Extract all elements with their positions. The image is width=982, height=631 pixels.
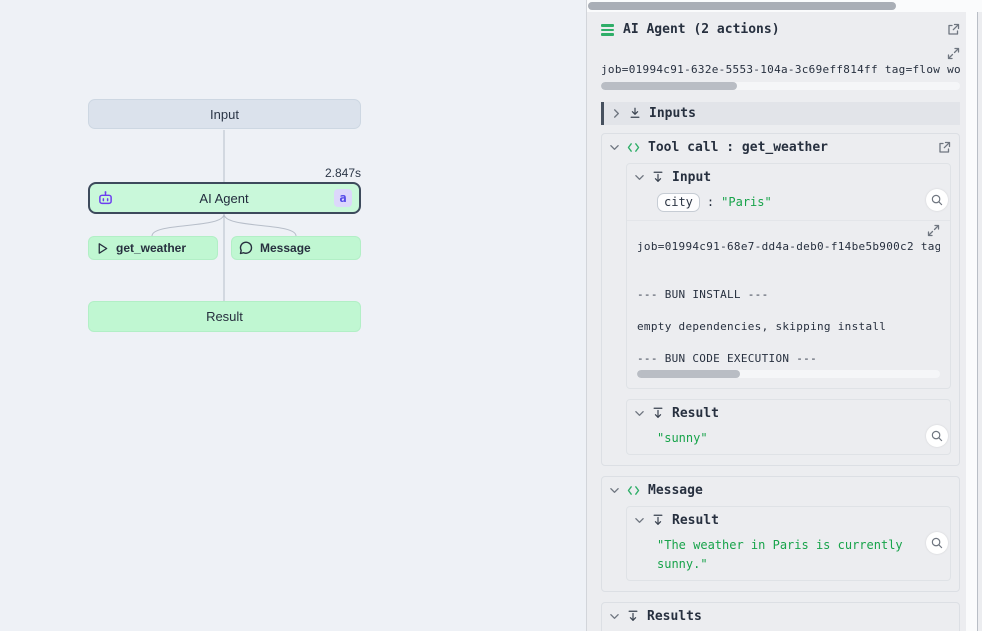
arg-key-pill: city [657,193,700,212]
result-subsection-label: Result [672,406,942,421]
chevron-down-icon[interactable] [635,409,644,418]
input-node-label: Input [210,107,239,122]
tool-call-input-subsection: Input city : "Paris" [626,163,951,389]
inputs-section-label: Inputs [649,106,952,121]
external-link-icon[interactable] [947,23,960,36]
expand-icon[interactable] [927,224,940,239]
result-value: "sunny" [657,431,708,445]
agent-node-label: AI Agent [114,191,334,206]
tool-call-result-row: "sunny" [627,427,950,454]
input-subheader[interactable]: Input [627,164,950,191]
log-progress-bar [601,82,960,90]
panel-title: AI Agent (2 actions) [623,22,938,37]
tool-call-result-subsection: Result "sunny" [626,399,951,455]
result-value: "The weather in Paris is currently sunny… [657,538,903,571]
tool-call-title: Tool call : get_weather [648,140,930,155]
horizontal-scrollbar-thumb[interactable] [588,2,896,10]
chevron-down-icon[interactable] [635,173,644,182]
agent-duration-label: 2.847s [325,166,361,180]
message-bubble-icon [239,241,253,255]
section-results: Results output : "The weather in Paris i… [601,602,960,631]
get-weather-node-label: get_weather [116,241,186,255]
flow-node-ai-agent[interactable]: AI Agent a [88,182,361,214]
external-link-icon[interactable] [938,141,951,154]
log-progress-fill [601,82,737,90]
search-icon[interactable] [926,189,948,211]
results-header[interactable]: Results [602,603,959,630]
arrow-down-from-bar-icon [652,514,664,526]
result-node-label: Result [206,309,243,324]
log-line: empty dependencies, skipping install [637,319,940,335]
flow-node-get-weather[interactable]: get_weather [88,236,218,260]
flow-canvas[interactable]: Input 2.847s AI Agent a get_weather [0,0,586,631]
chevron-down-icon[interactable] [610,612,619,621]
section-message: Message Result "The weather in Paris is … [601,476,960,592]
play-icon [96,242,109,255]
expand-icon[interactable] [947,47,960,60]
job-id-line: job=01994c91-632e-5553-104a-3c69eff814ff… [601,63,960,76]
arrow-down-from-bar-icon [652,171,664,183]
input-subsection-label: Input [672,170,942,185]
tool-call-log-block: job=01994c91-68e7-dd4a-deb0-f14be5b900c2… [627,220,950,388]
arg-value: "Paris" [721,195,772,209]
result-subsection-label: Result [672,513,942,528]
log-progress-fill [637,370,740,378]
colon: : [707,195,714,209]
message-result-subsection: Result "The weather in Paris is currentl… [626,506,951,581]
arrow-down-from-bar-icon [627,610,639,622]
message-node-label: Message [260,241,311,255]
message-title: Message [648,483,951,498]
arrow-down-from-bar-icon [652,407,664,419]
search-icon[interactable] [926,532,948,554]
code-icon [627,142,640,153]
agent-badge: a [334,189,352,207]
search-icon[interactable] [926,425,948,447]
chevron-down-icon[interactable] [610,486,619,495]
job-id-line: job=01994c91-68e7-dd4a-deb0-f14be5b900c2… [637,239,940,255]
log-progress-bar [637,370,940,378]
flow-node-result[interactable]: Result [88,301,361,332]
log-line: --- BUN INSTALL --- [637,287,940,303]
agent-actions-icon [601,22,614,38]
robot-icon [97,190,114,207]
flow-node-input[interactable]: Input [88,99,361,129]
log-line: --- BUN CODE EXECUTION --- [637,351,940,367]
flow-node-message[interactable]: Message [231,236,361,260]
message-result-row: "The weather in Paris is currently sunny… [627,534,950,580]
section-inputs[interactable]: Inputs [601,102,960,125]
agent-detail-panel: AI Agent (2 actions) job=01994c91-632e-5… [586,0,982,631]
result-subheader[interactable]: Result [627,400,950,427]
arg-row-city: city : "Paris" [627,191,950,220]
section-tool-call: Tool call : get_weather [601,133,960,466]
download-icon [629,107,641,119]
chevron-down-icon[interactable] [635,516,644,525]
horizontal-scrollbar[interactable] [587,0,982,12]
tool-call-header[interactable]: Tool call : get_weather [602,134,959,161]
results-title: Results [647,609,951,624]
chevron-down-icon[interactable] [610,143,619,152]
result-subheader[interactable]: Result [627,507,950,534]
message-header[interactable]: Message [602,477,959,504]
chevron-right-icon[interactable] [612,109,621,118]
code-icon [627,485,640,496]
